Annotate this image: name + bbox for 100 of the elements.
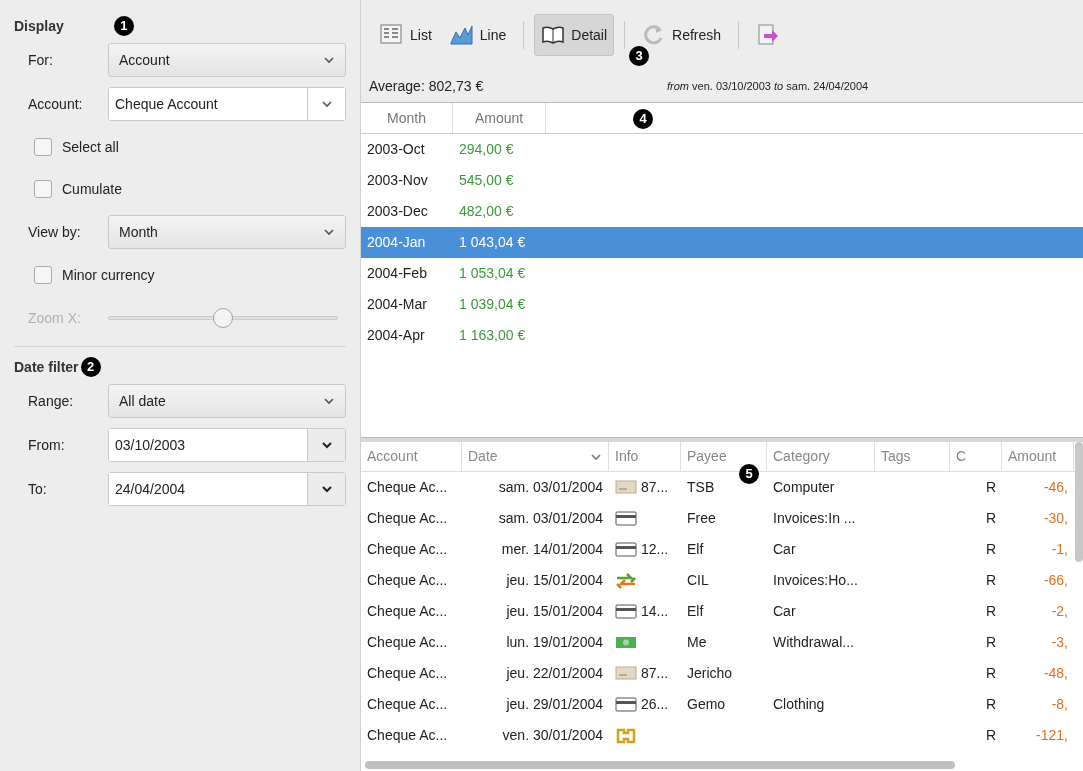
- table-cell-text: ven. 30/01/2004: [501, 726, 604, 745]
- table-cell-text: -66,: [1042, 571, 1069, 590]
- table-cell-text: R: [984, 509, 997, 528]
- average-text: Average: 802,73 €: [369, 76, 485, 96]
- chevron-icon: [320, 100, 333, 108]
- period-text: from ven. 03/10/2003 to sam. 24/04/2004: [667, 78, 869, 94]
- cheque-icon: [615, 478, 637, 497]
- table-row[interactable]: 2004-Apr 1 163,00 €: [361, 320, 1083, 351]
- table-cell-text: R: [984, 664, 997, 683]
- dropdown[interactable]: Account: [108, 43, 346, 77]
- table-cell-text: 12...: [641, 540, 669, 559]
- table-cell-text: -30,: [1042, 509, 1069, 528]
- table-cell-text: 87...: [641, 664, 669, 683]
- column-header[interactable]: Category: [767, 442, 875, 471]
- table-cell-text: Gemo: [686, 695, 727, 714]
- table-cell-text: Cheque Ac...: [366, 664, 449, 683]
- table-cell-text: R: [984, 478, 997, 497]
- table-cell-text: R: [984, 602, 997, 621]
- column-header[interactable]: C: [950, 442, 1002, 471]
- table-cell-text: Computer: [772, 478, 836, 497]
- table-cell-text: Me: [686, 633, 708, 652]
- table-cell-text: TSB: [686, 478, 716, 497]
- combo-field[interactable]: Cheque Account: [108, 87, 346, 121]
- dropdown-button[interactable]: [307, 88, 345, 120]
- date-field[interactable]: 03/10/2003: [108, 428, 346, 462]
- table-cell-text: 26...: [641, 695, 669, 714]
- callout-number: 5: [739, 464, 759, 484]
- scrollbar[interactable]: [1075, 442, 1083, 562]
- table-cell-text: mer. 14/01/2004: [500, 540, 604, 559]
- dropdown[interactable]: Month: [108, 215, 346, 249]
- table-cell-text: jeu. 22/01/2004: [505, 664, 604, 683]
- column-header[interactable]: Amount: [453, 103, 546, 133]
- card-icon: [615, 509, 637, 528]
- field-label: From:: [28, 435, 66, 455]
- column-header[interactable]: Info: [609, 442, 681, 471]
- table-cell-text: Car: [772, 602, 797, 621]
- table-row[interactable]: 2003-Oct 294,00 €: [361, 134, 1083, 165]
- column-header[interactable]: Date: [462, 442, 609, 471]
- field-label: Range:: [28, 391, 75, 411]
- transfer-icon: [615, 571, 637, 590]
- column-header[interactable]: Account: [361, 442, 462, 471]
- checkbox-label: Select all: [62, 137, 119, 157]
- dropdown[interactable]: All date: [108, 384, 346, 418]
- toolbar-button[interactable]: Detail: [534, 14, 615, 56]
- column-header[interactable]: Month: [361, 103, 453, 133]
- column-header[interactable]: Tags: [875, 442, 950, 471]
- table-cell-text: R: [984, 695, 997, 714]
- book-icon: [541, 23, 566, 47]
- card-icon: [615, 695, 637, 714]
- table-cell-text: -2,: [1050, 602, 1069, 621]
- checkbox[interactable]: [34, 266, 52, 284]
- table-cell-text: Jericho: [686, 664, 734, 683]
- table-row[interactable]: 2003-Nov 545,00 €: [361, 165, 1083, 196]
- export-icon: [756, 23, 781, 47]
- section-title: Display: [14, 16, 64, 36]
- table-cell-text: CIL: [686, 571, 710, 590]
- field-label: Account:: [28, 94, 84, 114]
- toolbar-button[interactable]: List: [373, 14, 439, 56]
- table-cell-text: R: [984, 726, 997, 745]
- column-header[interactable]: Amount: [1002, 442, 1074, 471]
- table-cell-text: Elf: [686, 602, 705, 621]
- scrollbar[interactable]: [365, 761, 955, 769]
- table-cell-text: jeu. 15/01/2004: [505, 602, 604, 621]
- chevron-icon: [323, 56, 335, 64]
- callout-number: 1: [113, 16, 134, 36]
- toolbar-button[interactable]: Line: [442, 14, 514, 56]
- card-icon: [615, 602, 637, 621]
- dropdown-button[interactable]: [307, 429, 345, 461]
- recurring-icon: [615, 726, 637, 745]
- section-title: Date filter: [14, 357, 79, 377]
- checkbox[interactable]: [34, 138, 52, 156]
- line-chart-icon: [449, 23, 474, 47]
- sort-icon: [590, 452, 602, 461]
- table-cell-text: lun. 19/01/2004: [505, 633, 604, 652]
- table-cell-text: Cheque Ac...: [366, 509, 449, 528]
- table-cell-text: Withdrawal...: [772, 633, 855, 652]
- chevron-icon: [320, 441, 333, 449]
- checkbox-label: Cumulate: [62, 179, 122, 199]
- table-cell-text: sam. 03/01/2004: [497, 478, 604, 497]
- chevron-icon: [323, 397, 335, 405]
- table-cell-text: 14...: [641, 602, 669, 621]
- checkbox[interactable]: [34, 180, 52, 198]
- date-field[interactable]: 24/04/2004: [108, 472, 346, 506]
- chevron-icon: [323, 228, 335, 236]
- cheque-icon: [615, 664, 637, 683]
- table-cell-text: R: [984, 571, 997, 590]
- table-row[interactable]: 2004-Feb 1 053,04 €: [361, 258, 1083, 289]
- table-cell-text: Clothing: [772, 695, 826, 714]
- dropdown-button[interactable]: [307, 473, 345, 505]
- card-icon: [615, 540, 637, 559]
- table-cell-text: -3,: [1050, 633, 1069, 652]
- table-cell-text: Invoices:In ...: [772, 509, 857, 528]
- table-cell-text: jeu. 29/01/2004: [505, 695, 604, 714]
- table-row[interactable]: 2004-Mar 1 039,04 €: [361, 289, 1083, 320]
- field-label: For:: [28, 50, 54, 70]
- table-cell-text: Invoices:Ho...: [772, 571, 859, 590]
- table-cell-text: Cheque Ac...: [366, 726, 449, 745]
- table-row[interactable]: 2003-Dec 482,00 €: [361, 196, 1083, 227]
- table-cell-text: Cheque Ac...: [366, 478, 449, 497]
- field-label: Zoom X:: [28, 308, 82, 328]
